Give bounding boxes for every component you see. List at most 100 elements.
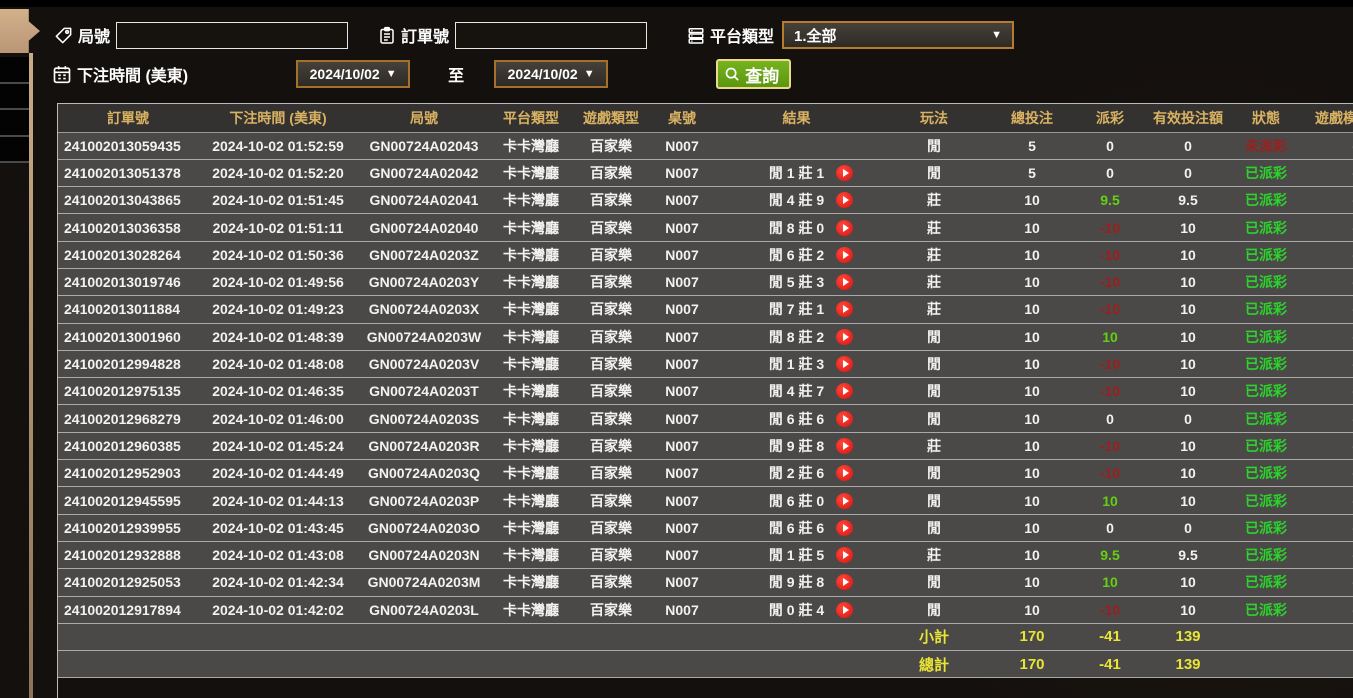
replay-play-icon[interactable] [836,301,853,318]
table-cell: - [1301,568,1353,597]
table-cell: 卡卡灣廳 [490,132,572,160]
table-cell: 10 [989,268,1075,297]
table-cell: N007 [650,186,714,215]
table-cell: 閒 [879,159,989,188]
table-cell: 閒 6 莊 0 [714,486,879,515]
table-cell: 10 [1075,568,1145,597]
table-cell: 10 [989,596,1075,624]
table-cell: N007 [650,213,714,242]
table-cell: 2024-10-02 01:43:45 [198,514,358,542]
replay-play-icon[interactable] [836,274,853,291]
date-from-select[interactable]: 2024/10/02 ▼ [296,60,411,88]
table-cell: 已派彩 [1231,568,1301,597]
table-cell: GN00724A0203S [358,404,490,433]
table-cell: - [1301,213,1353,242]
table-row: 241002013043865 2024-10-02 01:51:45 GN0072… [58,186,1353,215]
table-cell: 241002012932888 [58,541,198,570]
sidebar-expand-arrow-icon[interactable] [0,9,40,53]
table-cell: 閒 [879,132,989,160]
replay-play-icon[interactable] [836,519,853,536]
replay-play-icon[interactable] [836,492,853,509]
table-cell: 閒 1 莊 5 [714,541,879,570]
table-cell: GN00724A0203T [358,377,490,406]
table-cell [650,623,714,652]
table-cell: - [1301,268,1353,297]
table-cell [1301,650,1353,679]
table-cell: N007 [650,486,714,515]
replay-play-icon[interactable] [836,410,853,427]
table-cell: 已派彩 [1231,241,1301,269]
game-no-input[interactable] [116,21,349,49]
table-cell: 2024-10-02 01:50:36 [198,241,358,269]
table-cell: N007 [650,268,714,297]
table-cell: 卡卡灣廳 [490,213,572,242]
table-cell: N007 [650,377,714,406]
table-cell: 241002012917894 [58,596,198,624]
table-cell: 百家樂 [572,213,650,242]
replay-play-icon[interactable] [836,356,853,373]
table-cell: 2024-10-02 01:43:08 [198,541,358,570]
table-cell: 241002013043865 [58,186,198,215]
table-cell: -10 [1075,377,1145,406]
table-cell: 0 [1145,514,1231,542]
sidebar-item[interactable] [0,83,29,110]
table-cell: 10 [989,213,1075,242]
table-cell: 10 [989,404,1075,433]
replay-play-icon[interactable] [836,219,853,236]
replay-play-icon[interactable] [836,601,853,618]
replay-play-icon[interactable] [836,465,853,482]
collapsed-sidebar [0,7,42,698]
table-cell: - [1301,596,1353,624]
table-cell: 241002012939955 [58,514,198,542]
table-cell [1231,650,1301,679]
table-cell: 9.5 [1145,541,1231,570]
table-cell [490,623,572,652]
sidebar-item[interactable] [0,57,29,84]
chevron-down-icon: ▼ [385,68,397,80]
table-row: 241002013051378 2024-10-02 01:52:20 GN0072… [58,159,1353,188]
table-cell: 10 [989,186,1075,215]
table-cell: 卡卡灣廳 [490,268,572,297]
sidebar-item[interactable] [0,136,29,163]
table-cell: 9.5 [1075,186,1145,215]
sidebar-item[interactable] [0,110,29,137]
table-cell: 2024-10-02 01:46:00 [198,404,358,433]
replay-play-icon[interactable] [836,383,853,400]
replay-play-icon[interactable] [836,328,853,345]
replay-play-icon[interactable] [836,246,853,263]
date-to-select[interactable]: 2024/10/02 ▼ [494,60,609,88]
table-cell: 241002013051378 [58,159,198,188]
table-cell [572,650,650,679]
replay-play-icon[interactable] [836,574,853,591]
table-cell: 卡卡灣廳 [490,404,572,433]
table-cell: 已派彩 [1231,213,1301,242]
order-no-input[interactable] [455,21,648,49]
table-row: 241002013036358 2024-10-02 01:51:11 GN0072… [58,213,1353,242]
table-cell: 閒 [879,568,989,597]
table-cell: 10 [1145,268,1231,297]
table-cell: - [1301,159,1353,188]
table-cell: 2024-10-02 01:48:08 [198,350,358,379]
table-cell: 2024-10-02 01:48:39 [198,323,358,351]
platform-type-select[interactable]: 1.全部 ▼ [782,21,1015,49]
table-cell: 百家樂 [572,432,650,461]
table-cell: 241002013019746 [58,268,198,297]
replay-play-icon[interactable] [836,164,853,181]
table-cell: 已派彩 [1231,159,1301,188]
table-cell: 241002012952903 [58,459,198,488]
table-cell [58,650,198,679]
table-cell: GN00724A0203W [358,323,490,351]
column-header: 桌號 [650,104,714,133]
column-header: 有效投注額 [1145,104,1231,133]
table-cell: 10 [1145,241,1231,269]
table-cell: 卡卡灣廳 [490,295,572,324]
replay-play-icon[interactable] [836,437,853,454]
bet-time-label-group: 下注時間 (美東) [52,62,188,86]
table-cell: GN00724A02041 [358,186,490,215]
replay-play-icon[interactable] [836,547,853,564]
replay-play-icon[interactable] [836,192,853,209]
table-cell: 已派彩 [1231,268,1301,297]
table-cell: 241002012994828 [58,350,198,379]
table-cell: 10 [989,486,1075,515]
search-button[interactable]: 查詢 [716,59,792,89]
